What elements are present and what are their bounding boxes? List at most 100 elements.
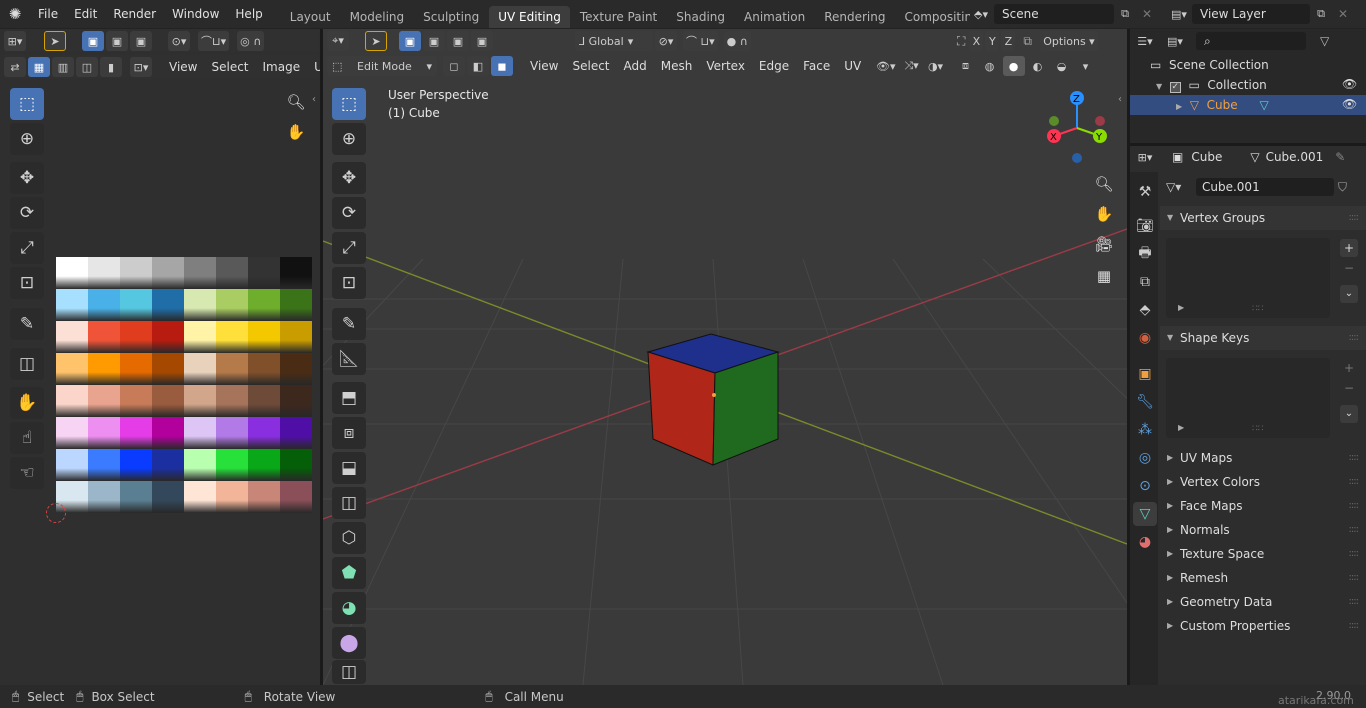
mesh-data-icon[interactable]: ▽ (1259, 98, 1268, 112)
uv-menu-view[interactable]: View (162, 60, 204, 74)
wireframe-shading-icon[interactable]: ◍ (979, 56, 1001, 76)
uv-vertex-mode-icon[interactable]: ▦ (28, 57, 50, 77)
viewport-tool-transform[interactable]: ⊡ (332, 267, 366, 299)
uv-edge-mode-icon[interactable]: ▥ (52, 57, 74, 77)
xray-icon[interactable]: ⧈ (955, 56, 977, 76)
axis-y-toggle[interactable]: Y (985, 31, 1000, 51)
render-tab-icon[interactable]: 📷︎ (1133, 214, 1157, 238)
cube-mesh[interactable] (646, 333, 780, 466)
perspective-toggle-icon[interactable]: ▦ (1090, 262, 1118, 290)
uv-tool-pinch[interactable]: ☜ (10, 457, 44, 489)
uv-zoom-icon[interactable]: 🔍︎ (282, 88, 310, 116)
tab-rendering[interactable]: Rendering (815, 6, 895, 28)
viewport-tool-loop-cut[interactable]: ◫ (332, 487, 366, 519)
remove-shape-key-button[interactable]: − (1340, 379, 1358, 397)
new-scene-icon[interactable]: ⧉ (1114, 4, 1136, 24)
viewport-select-tool-icon[interactable]: ➤ (365, 31, 387, 51)
expand-icon[interactable]: ▼ (1156, 82, 1162, 91)
new-view-layer-icon[interactable]: ⧉ (1310, 4, 1332, 24)
outliner-row-scene-collection[interactable]: ▭ Scene Collection (1150, 56, 1269, 74)
viewport-zoom-icon[interactable]: 🔍︎ (1090, 170, 1118, 198)
viewport-menu-edge[interactable]: Edge (752, 59, 796, 73)
viewport-snap-icon[interactable]: ⌒ ⊔▾ (683, 31, 718, 51)
expand-icon[interactable]: ▶ (1176, 102, 1182, 111)
add-vertex-group-button[interactable]: + (1340, 239, 1358, 257)
vertex-groups-list[interactable]: ▶ ∷∷ (1166, 238, 1330, 318)
vertex-group-specials-button[interactable]: ⌄ (1340, 285, 1358, 303)
viewport-select-subtract-icon[interactable]: ▣ (447, 31, 469, 51)
solid-shading-icon[interactable]: ● (1002, 56, 1025, 76)
viewport-tool-smooth[interactable]: ⬤ (332, 627, 366, 659)
panel-normals-header[interactable]: ▶ Normals:::: (1160, 518, 1366, 542)
mesh-name-field[interactable]: Cube.001 (1196, 178, 1334, 196)
tab-uv-editing[interactable]: UV Editing (489, 6, 570, 28)
blender-logo-icon[interactable]: ✺ (0, 0, 30, 28)
shading-options-icon[interactable]: ▾ (1075, 56, 1097, 76)
viewport-menu-face[interactable]: Face (796, 59, 837, 73)
transform-orientation-dropdown[interactable]: ⅃ Global ▾ (575, 31, 653, 51)
view-layer-tab-icon[interactable]: ⧉ (1133, 270, 1157, 294)
viewport-menu-mesh[interactable]: Mesh (654, 59, 700, 73)
remove-scene-icon[interactable]: ✕ (1142, 7, 1152, 21)
viewport-tool-move[interactable]: ✥ (332, 162, 366, 194)
viewport-menu-uv[interactable]: UV (837, 59, 868, 73)
output-tab-icon[interactable]: 🖶︎ (1133, 242, 1157, 266)
uv-tool-rotate[interactable]: ⟳ (10, 197, 44, 229)
tab-texture-paint[interactable]: Texture Paint (570, 6, 667, 28)
viewport-tool-poly-build[interactable]: ⬟ (332, 557, 366, 589)
drag-handle-icon[interactable]: :::: (1349, 518, 1360, 542)
sticky-select-icon[interactable]: ⊡▾ (130, 57, 152, 77)
uv-tool-cube-icon[interactable]: ◫ (10, 348, 44, 380)
drag-handle-icon[interactable]: :::: (1349, 614, 1360, 638)
viewport-proportional-icon[interactable]: ● ∩ (723, 31, 751, 51)
view-layer-icon[interactable]: ▤▾ (1168, 4, 1190, 24)
viewport-tool-annotate[interactable]: ✎ (332, 308, 366, 340)
viewport-editor-type-icon[interactable]: ⌖▾ (327, 31, 349, 51)
viewport-menu-select[interactable]: Select (565, 59, 616, 73)
tool-tab-icon[interactable]: ⚒ (1133, 180, 1157, 204)
uv-menu-image[interactable]: Image (256, 60, 308, 74)
remove-vertex-group-button[interactable]: − (1340, 259, 1358, 277)
viewport-tool-measure[interactable]: 📐︎ (332, 343, 366, 375)
material-tab-icon[interactable]: ◕ (1133, 530, 1157, 554)
panel-face-maps-header[interactable]: ▶ Face Maps:::: (1160, 494, 1366, 518)
physics-tab-icon[interactable]: ◎ (1133, 446, 1157, 470)
viewport-tool-select[interactable]: ⬚ (332, 88, 366, 120)
drag-handle-icon[interactable]: :::: (1349, 206, 1360, 230)
menu-render[interactable]: Render (105, 0, 164, 28)
drag-handle-icon[interactable]: :::: (1349, 326, 1360, 350)
options-dropdown[interactable]: Options ▾ (1039, 31, 1098, 51)
scene-name-field[interactable]: Scene (994, 4, 1114, 24)
viewport-select-new-icon[interactable]: ▣ (399, 31, 421, 51)
menu-file[interactable]: File (30, 0, 66, 28)
constraints-tab-icon[interactable]: ⊙ (1133, 474, 1157, 498)
resize-handle-icon[interactable]: ∷∷ (1252, 424, 1263, 434)
viewport-tool-bevel[interactable]: ⬓ (332, 452, 366, 484)
modifier-tab-icon[interactable]: 🔧︎ (1133, 390, 1157, 414)
panel-vertex-colors-header[interactable]: ▶ Vertex Colors:::: (1160, 470, 1366, 494)
collection-visibility-icon[interactable]: 👁︎ (1342, 77, 1357, 91)
tab-shading[interactable]: Shading (667, 6, 734, 28)
display-mode-icon[interactable]: ▤▾ (1164, 31, 1186, 51)
panel-vertex-groups-header[interactable]: ▼ Vertex Groups :::: (1160, 206, 1366, 230)
menu-help[interactable]: Help (227, 0, 270, 28)
3d-viewport-area[interactable] (323, 29, 1127, 685)
cube-visibility-icon[interactable]: 👁︎ (1342, 97, 1357, 111)
navigation-gizmo[interactable]: Z X Y (1040, 88, 1112, 164)
uv-2d-cursor-icon[interactable] (46, 503, 66, 523)
drag-handle-icon[interactable]: :::: (1349, 542, 1360, 566)
scene-tab-icon[interactable]: ⬘ (1133, 298, 1157, 322)
panel-shape-keys-header[interactable]: ▼ Shape Keys :::: (1160, 326, 1366, 350)
viewport-tool-scale[interactable]: ⤢ (332, 232, 366, 264)
viewport-pan-icon[interactable]: ✋ (1090, 200, 1118, 228)
material-shading-icon[interactable]: ◐ (1027, 56, 1049, 76)
camera-view-icon[interactable]: 🎥︎ (1090, 230, 1118, 258)
uv-sidebar-toggle-icon[interactable]: ‹ (312, 94, 316, 105)
shape-key-specials-button[interactable]: ⌄ (1340, 405, 1358, 423)
mesh-data-tab-icon[interactable]: ▽ (1133, 502, 1157, 526)
remove-view-layer-icon[interactable]: ✕ (1338, 7, 1348, 21)
world-tab-icon[interactable]: ◉ (1133, 326, 1157, 350)
mirror-icon[interactable]: ⛶ (957, 34, 965, 49)
view-layer-field[interactable]: View Layer (1192, 4, 1310, 24)
menu-edit[interactable]: Edit (66, 0, 105, 28)
